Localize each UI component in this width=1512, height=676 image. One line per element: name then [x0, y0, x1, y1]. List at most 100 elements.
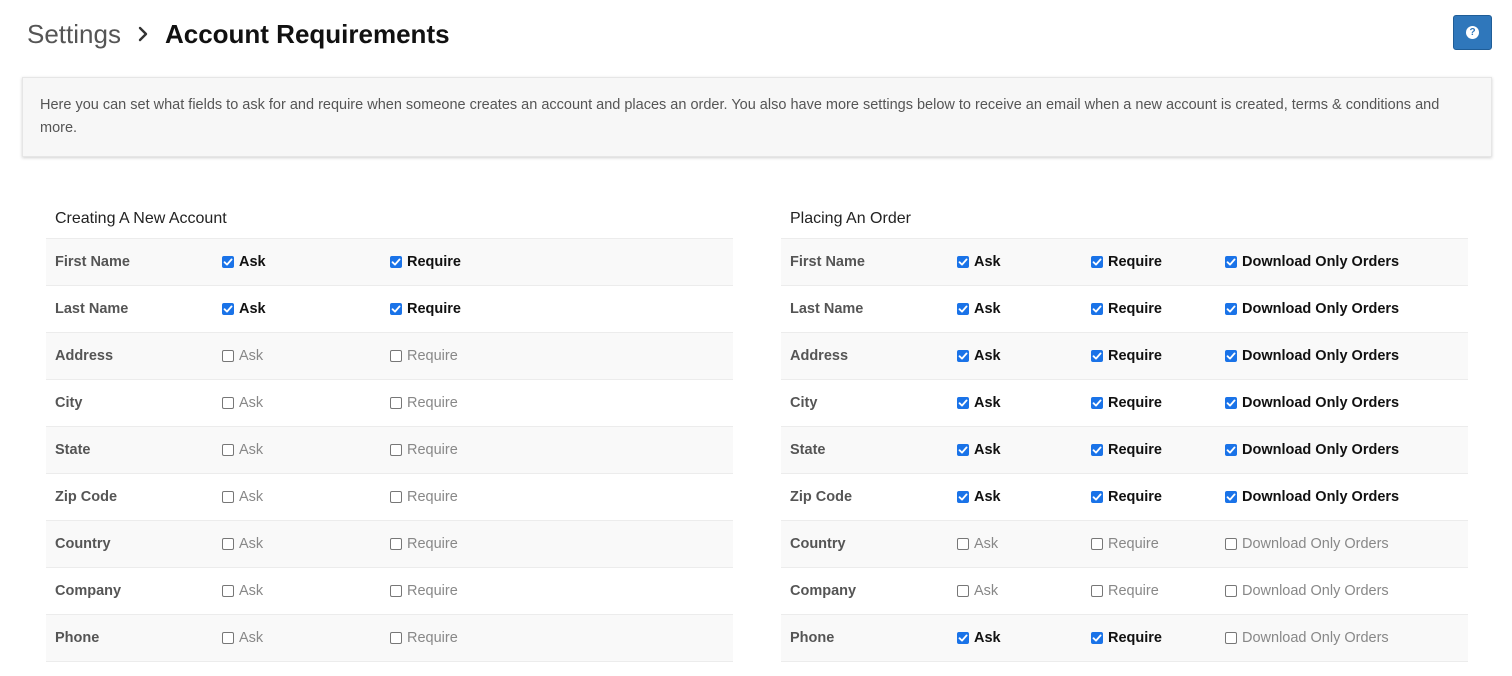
order-require[interactable]: Require [1091, 630, 1162, 646]
order-require-checkbox[interactable] [1091, 585, 1103, 597]
table-row: Address Ask Require [46, 333, 733, 380]
table-row: First Name Ask Require Download Only Orders [781, 239, 1468, 286]
order-ask-checkbox[interactable] [957, 303, 969, 315]
order-require-checkbox[interactable] [1091, 538, 1103, 550]
order-ask[interactable]: Ask [957, 536, 998, 552]
order-ask[interactable]: Ask [957, 395, 1001, 411]
order-ask-checkbox[interactable] [957, 632, 969, 644]
account-ask[interactable]: Ask [222, 489, 263, 505]
account-require[interactable]: Require [390, 301, 461, 317]
account-ask[interactable]: Ask [222, 583, 263, 599]
account-require[interactable]: Require [390, 348, 458, 364]
order-ask[interactable]: Ask [957, 583, 998, 599]
order-download-only[interactable]: Download Only Orders [1225, 536, 1389, 552]
order-require-checkbox[interactable] [1091, 444, 1103, 456]
account-ask-checkbox[interactable] [222, 632, 234, 644]
order-download-only-checkbox[interactable] [1225, 256, 1237, 268]
order-require-checkbox[interactable] [1091, 491, 1103, 503]
order-ask[interactable]: Ask [957, 630, 1001, 646]
order-download-only-checkbox[interactable] [1225, 585, 1237, 597]
order-download-only[interactable]: Download Only Orders [1225, 630, 1389, 646]
account-require[interactable]: Require [390, 254, 461, 270]
account-ask[interactable]: Ask [222, 442, 263, 458]
account-require[interactable]: Require [390, 536, 458, 552]
table-row: City Ask Require [46, 380, 733, 427]
breadcrumb-settings-link[interactable]: Settings [27, 19, 121, 50]
order-download-only-label: Download Only Orders [1242, 254, 1400, 270]
field-label: City [55, 395, 83, 411]
account-require-checkbox[interactable] [390, 444, 402, 456]
order-require[interactable]: Require [1091, 395, 1162, 411]
account-require-checkbox[interactable] [390, 350, 402, 362]
order-download-only-checkbox[interactable] [1225, 632, 1237, 644]
account-ask-checkbox[interactable] [222, 350, 234, 362]
order-download-only[interactable]: Download Only Orders [1225, 395, 1399, 411]
account-require-label: Require [407, 395, 458, 411]
order-ask-checkbox[interactable] [957, 397, 969, 409]
order-ask[interactable]: Ask [957, 254, 1001, 270]
account-require-checkbox[interactable] [390, 538, 402, 550]
account-ask-checkbox[interactable] [222, 585, 234, 597]
account-ask[interactable]: Ask [222, 630, 263, 646]
account-ask-checkbox[interactable] [222, 538, 234, 550]
account-require-checkbox[interactable] [390, 303, 402, 315]
order-download-only[interactable]: Download Only Orders [1225, 442, 1399, 458]
account-ask-checkbox[interactable] [222, 256, 234, 268]
order-download-only-checkbox[interactable] [1225, 303, 1237, 315]
order-require[interactable]: Require [1091, 442, 1162, 458]
order-download-only[interactable]: Download Only Orders [1225, 489, 1399, 505]
order-require-checkbox[interactable] [1091, 303, 1103, 315]
account-ask[interactable]: Ask [222, 348, 263, 364]
order-ask-checkbox[interactable] [957, 585, 969, 597]
order-download-only-checkbox[interactable] [1225, 444, 1237, 456]
order-require[interactable]: Require [1091, 489, 1162, 505]
order-download-only-checkbox[interactable] [1225, 538, 1237, 550]
order-download-only-checkbox[interactable] [1225, 350, 1237, 362]
account-ask-checkbox[interactable] [222, 444, 234, 456]
account-require[interactable]: Require [390, 442, 458, 458]
account-ask[interactable]: Ask [222, 301, 266, 317]
account-require-checkbox[interactable] [390, 256, 402, 268]
order-download-only[interactable]: Download Only Orders [1225, 348, 1399, 364]
account-ask-checkbox[interactable] [222, 491, 234, 503]
account-require-checkbox[interactable] [390, 585, 402, 597]
order-require[interactable]: Require [1091, 348, 1162, 364]
order-require-checkbox[interactable] [1091, 397, 1103, 409]
order-download-only-label: Download Only Orders [1242, 583, 1389, 599]
account-require-checkbox[interactable] [390, 397, 402, 409]
order-require-label: Require [1108, 395, 1162, 411]
order-ask-checkbox[interactable] [957, 444, 969, 456]
order-ask[interactable]: Ask [957, 489, 1001, 505]
account-require[interactable]: Require [390, 489, 458, 505]
account-require-checkbox[interactable] [390, 491, 402, 503]
order-require-checkbox[interactable] [1091, 632, 1103, 644]
order-ask-checkbox[interactable] [957, 491, 969, 503]
account-ask[interactable]: Ask [222, 254, 266, 270]
account-require[interactable]: Require [390, 630, 458, 646]
account-require[interactable]: Require [390, 395, 458, 411]
order-require-checkbox[interactable] [1091, 350, 1103, 362]
order-download-only[interactable]: Download Only Orders [1225, 301, 1399, 317]
order-ask[interactable]: Ask [957, 348, 1001, 364]
order-download-only-checkbox[interactable] [1225, 397, 1237, 409]
order-ask-checkbox[interactable] [957, 538, 969, 550]
order-ask[interactable]: Ask [957, 301, 1001, 317]
account-ask-checkbox[interactable] [222, 303, 234, 315]
order-require[interactable]: Require [1091, 583, 1159, 599]
account-require-checkbox[interactable] [390, 632, 402, 644]
order-ask-checkbox[interactable] [957, 350, 969, 362]
order-download-only[interactable]: Download Only Orders [1225, 583, 1389, 599]
order-download-only-checkbox[interactable] [1225, 491, 1237, 503]
account-ask[interactable]: Ask [222, 395, 263, 411]
help-button[interactable]: ? [1453, 15, 1492, 50]
order-ask[interactable]: Ask [957, 442, 1001, 458]
order-require-checkbox[interactable] [1091, 256, 1103, 268]
order-download-only[interactable]: Download Only Orders [1225, 254, 1399, 270]
order-require[interactable]: Require [1091, 536, 1159, 552]
account-ask-checkbox[interactable] [222, 397, 234, 409]
order-require[interactable]: Require [1091, 254, 1162, 270]
account-require[interactable]: Require [390, 583, 458, 599]
account-ask[interactable]: Ask [222, 536, 263, 552]
order-ask-checkbox[interactable] [957, 256, 969, 268]
order-require[interactable]: Require [1091, 301, 1162, 317]
